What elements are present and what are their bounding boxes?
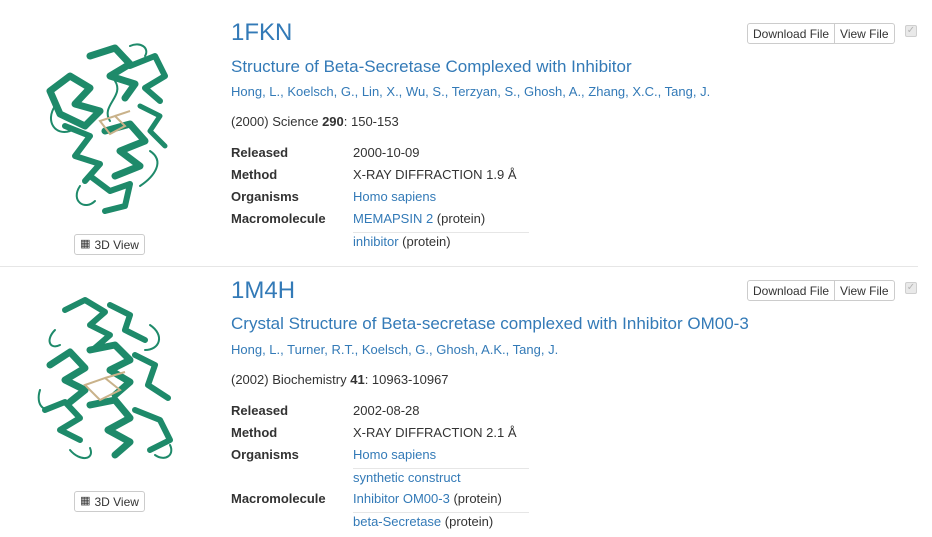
- 3d-view-button[interactable]: ▦ 3D View: [74, 491, 145, 512]
- released-label: Released: [231, 403, 289, 418]
- author-link[interactable]: Tang, J.: [665, 84, 711, 99]
- author-link[interactable]: Lin, X.,: [362, 84, 402, 99]
- macromolecule-link[interactable]: Inhibitor OM00-3: [353, 491, 450, 506]
- author-link[interactable]: Tang, J.: [513, 342, 559, 357]
- author-link[interactable]: Koelsch, G.,: [362, 342, 433, 357]
- released-row: Released 2000-10-09: [231, 144, 531, 166]
- released-label: Released: [231, 145, 289, 160]
- released-row: Released 2002-08-28: [231, 402, 531, 424]
- citation-prefix: (2000) Science: [231, 114, 323, 129]
- released-date: 2000-10-09: [353, 145, 420, 160]
- structure-thumbnail[interactable]: [30, 36, 180, 216]
- checkmark-icon: ✓: [906, 25, 916, 36]
- method-label: Method: [231, 167, 278, 182]
- method-label: Method: [231, 425, 278, 440]
- pdb-id-link[interactable]: 1FKN: [231, 21, 292, 45]
- author-list: Hong, L., Turner, R.T., Koelsch, G., Gho…: [231, 342, 558, 357]
- method-row: Method X-RAY DIFFRACTION 2.1 Å: [231, 424, 531, 446]
- author-link[interactable]: Zhang, X.C.,: [588, 84, 661, 99]
- macromolecule-link[interactable]: beta-Secretase: [353, 514, 441, 529]
- protein-structure-image: [46, 43, 168, 214]
- pdb-id-link[interactable]: 1M4H: [231, 279, 295, 303]
- cube-icon: ▦: [80, 238, 91, 250]
- macromolecule-type: (protein): [449, 491, 502, 506]
- macromolecule-link[interactable]: MEMAPSIN 2: [353, 211, 433, 226]
- citation-prefix: (2002) Biochemistry: [231, 372, 351, 387]
- author-link[interactable]: Wu, S.,: [406, 84, 448, 99]
- macromolecule-item: beta-Secretase (protein): [353, 512, 529, 534]
- author-list: Hong, L., Koelsch, G., Lin, X., Wu, S., …: [231, 84, 710, 99]
- macromolecule-row: Macromolecule Inhibitor OM00-3 (protein)…: [231, 490, 531, 534]
- macromolecule-label: Macromolecule: [231, 491, 326, 506]
- download-file-button[interactable]: Download File: [747, 23, 836, 44]
- macromolecule-type: (protein): [433, 211, 486, 226]
- citation: (2002) Biochemistry 41: 10963-10967: [231, 372, 449, 387]
- author-link[interactable]: Turner, R.T.,: [287, 342, 358, 357]
- macromolecule-item: inhibitor (protein): [353, 232, 529, 254]
- author-link[interactable]: Ghosh, A.,: [524, 84, 585, 99]
- cube-icon: ▦: [80, 495, 91, 507]
- author-link[interactable]: Terzyan, S.,: [452, 84, 521, 99]
- structure-title-link[interactable]: Structure of Beta-Secretase Complexed wi…: [231, 57, 632, 77]
- organism-link[interactable]: Homo sapiens: [353, 188, 529, 210]
- author-link[interactable]: Koelsch, G.,: [287, 84, 358, 99]
- 3d-view-label: 3D View: [94, 494, 139, 509]
- macromolecule-item: MEMAPSIN 2 (protein): [353, 210, 529, 232]
- organism-link[interactable]: Homo sapiens: [353, 446, 529, 468]
- author-link[interactable]: Hong, L.,: [231, 84, 284, 99]
- structure-title-link[interactable]: Crystal Structure of Beta-secretase comp…: [231, 314, 749, 334]
- 3d-view-label: 3D View: [94, 237, 139, 252]
- citation-pages: : 10963-10967: [364, 372, 449, 387]
- author-link[interactable]: Ghosh, A.K.,: [436, 342, 509, 357]
- metadata-table: Released 2002-08-28 Method X-RAY DIFFRAC…: [231, 402, 531, 534]
- download-file-button[interactable]: Download File: [747, 280, 836, 301]
- file-button-group: Download File View File: [747, 23, 895, 44]
- select-checkbox[interactable]: ✓: [905, 25, 917, 37]
- organisms-label: Organisms: [231, 189, 299, 204]
- search-result: ▦ 3D View 1M4H Download File View File ✓…: [0, 267, 932, 537]
- view-file-button[interactable]: View File: [835, 280, 895, 301]
- organism-link[interactable]: synthetic construct: [353, 468, 529, 490]
- macromolecule-item: Inhibitor OM00-3 (protein): [353, 490, 529, 512]
- method-row: Method X-RAY DIFFRACTION 1.9 Å: [231, 166, 531, 188]
- organisms-label: Organisms: [231, 447, 299, 462]
- file-button-group: Download File View File: [747, 280, 895, 301]
- macromolecule-link[interactable]: inhibitor: [353, 234, 399, 249]
- macromolecule-label: Macromolecule: [231, 211, 326, 226]
- method-value: X-RAY DIFFRACTION 2.1 Å: [353, 425, 517, 440]
- search-result: ▦ 3D View 1FKN Download File View File ✓…: [0, 0, 932, 266]
- select-checkbox[interactable]: ✓: [905, 282, 917, 294]
- method-value: X-RAY DIFFRACTION 1.9 Å: [353, 167, 517, 182]
- macromolecule-type: (protein): [398, 234, 451, 249]
- citation-volume: 290: [322, 114, 344, 129]
- 3d-view-button[interactable]: ▦ 3D View: [74, 234, 145, 255]
- checkmark-icon: ✓: [906, 282, 916, 293]
- organisms-row: Organisms Homo sapiens synthetic constru…: [231, 446, 531, 490]
- macromolecule-row: Macromolecule MEMAPSIN 2 (protein) inhib…: [231, 210, 531, 254]
- organisms-row: Organisms Homo sapiens: [231, 188, 531, 210]
- structure-thumbnail[interactable]: [30, 290, 180, 470]
- author-link[interactable]: Hong, L.,: [231, 342, 284, 357]
- citation-volume: 41: [350, 372, 365, 387]
- protein-structure-image: [37, 297, 173, 459]
- metadata-table: Released 2000-10-09 Method X-RAY DIFFRAC…: [231, 144, 531, 254]
- macromolecule-type: (protein): [441, 514, 494, 529]
- citation-pages: : 150-153: [343, 114, 399, 129]
- citation: (2000) Science 290: 150-153: [231, 114, 399, 129]
- released-date: 2002-08-28: [353, 403, 420, 418]
- view-file-button[interactable]: View File: [835, 23, 895, 44]
